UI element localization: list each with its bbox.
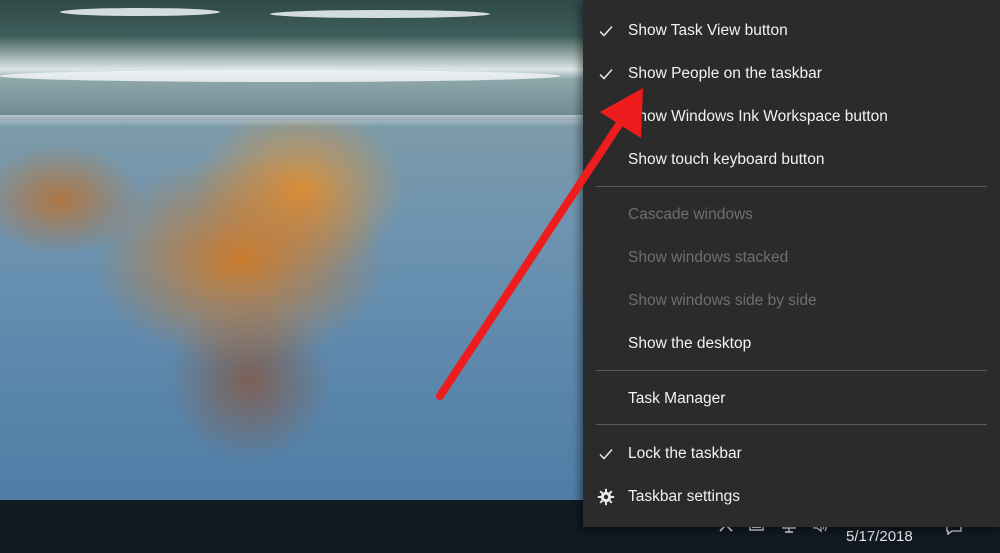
wallpaper-wave	[60, 8, 220, 16]
menu-item-label: Show the desktop	[628, 335, 752, 352]
menu-item-label: Lock the taskbar	[628, 445, 742, 462]
menu-item-task-manager[interactable]: Task Manager	[583, 379, 1000, 419]
menu-item-show-task-view[interactable]: Show Task View button	[583, 11, 1000, 51]
menu-item-cascade-windows: Cascade windows	[583, 195, 1000, 235]
menu-item-lock-taskbar[interactable]: Lock the taskbar	[583, 434, 1000, 474]
menu-separator	[596, 370, 987, 371]
menu-item-label: Show Task View button	[628, 22, 788, 39]
menu-item-show-touch-keyboard[interactable]: Show touch keyboard button	[583, 140, 1000, 180]
menu-separator	[596, 424, 987, 425]
menu-item-show-windows-stacked: Show windows stacked	[583, 238, 1000, 278]
menu-item-show-windows-side-by-side: Show windows side by side	[583, 281, 1000, 321]
wallpaper-sea	[0, 0, 600, 120]
check-icon	[597, 65, 615, 83]
menu-item-label: Taskbar settings	[628, 488, 740, 505]
menu-item-taskbar-settings[interactable]: Taskbar settings	[583, 477, 1000, 517]
menu-item-label: Cascade windows	[628, 206, 753, 223]
menu-item-label: Show People on the taskbar	[628, 65, 822, 82]
menu-item-label: Show Windows Ink Workspace button	[628, 108, 888, 125]
menu-separator	[596, 186, 987, 187]
taskbar-context-menu: Show Task View button Show People on the…	[583, 0, 1000, 527]
menu-item-label: Show windows side by side	[628, 292, 817, 309]
check-icon	[597, 445, 615, 463]
menu-item-label: Show touch keyboard button	[628, 151, 825, 168]
taskbar-date[interactable]: 5/17/2018	[846, 528, 913, 545]
menu-item-show-windows-ink[interactable]: Show Windows Ink Workspace button	[583, 97, 1000, 137]
wallpaper-wave	[0, 70, 560, 82]
check-icon	[597, 22, 615, 40]
menu-item-show-people[interactable]: Show People on the taskbar	[583, 54, 1000, 94]
menu-item-label: Task Manager	[628, 390, 726, 407]
wallpaper-shore	[0, 115, 600, 127]
menu-item-show-desktop[interactable]: Show the desktop	[583, 324, 1000, 364]
desktop-screen: 5/17/2018 Show Task View button Show Peo…	[0, 0, 1000, 553]
gear-icon	[597, 488, 615, 506]
wallpaper-wave	[270, 10, 490, 18]
menu-item-label: Show windows stacked	[628, 249, 789, 266]
